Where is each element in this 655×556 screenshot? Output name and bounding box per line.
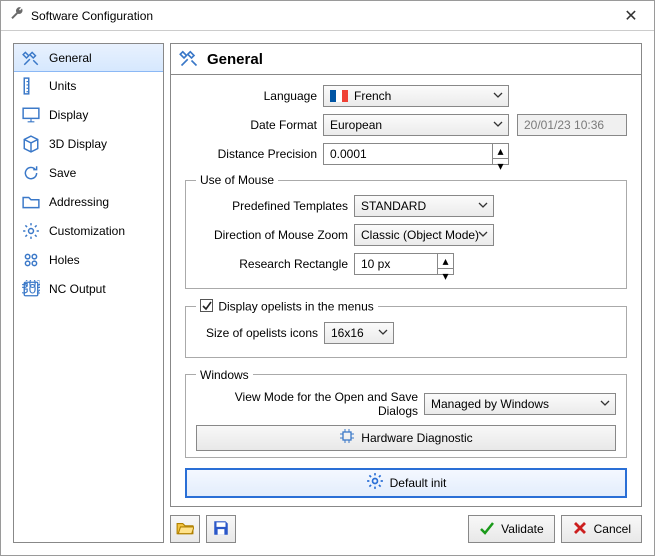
sidebar-item-label: Save bbox=[49, 166, 76, 180]
spinner-icon[interactable]: ▴▾ bbox=[437, 254, 453, 274]
wrench-icon bbox=[9, 6, 25, 25]
viewmode-select[interactable]: Managed by Windows bbox=[424, 393, 616, 415]
sidebar-item-general[interactable]: General bbox=[13, 43, 164, 72]
mouse-group: Use of Mouse Predefined Templates STANDA… bbox=[185, 173, 627, 289]
zoom-value: Classic (Object Mode) bbox=[361, 228, 479, 242]
sidebar-item-label: Display bbox=[49, 108, 88, 122]
rect-input[interactable]: 10 px ▴▾ bbox=[354, 253, 454, 275]
panel-title: General bbox=[207, 51, 263, 68]
check-icon bbox=[479, 520, 495, 539]
chevron-down-icon bbox=[378, 326, 388, 340]
templates-value: STANDARD bbox=[361, 199, 426, 213]
flag-france-icon bbox=[330, 90, 348, 102]
sidebar-item-save[interactable]: Save bbox=[14, 158, 163, 187]
panel-header: General bbox=[170, 43, 642, 75]
dateformat-value: European bbox=[330, 118, 382, 132]
hw-diag-label: Hardware Diagnostic bbox=[361, 431, 472, 445]
zoom-label: Direction of Mouse Zoom bbox=[196, 228, 354, 242]
dateformat-label: Date Format bbox=[185, 118, 323, 132]
tools-icon bbox=[22, 49, 40, 67]
default-init-button[interactable]: Default init bbox=[185, 468, 627, 498]
dateformat-select[interactable]: European bbox=[323, 114, 509, 136]
content: General Units Display 3D Display Save bbox=[1, 31, 654, 555]
open-button[interactable] bbox=[170, 515, 200, 543]
validate-label: Validate bbox=[501, 522, 543, 536]
precision-label: Distance Precision bbox=[185, 147, 323, 161]
opelists-checkbox[interactable] bbox=[200, 299, 213, 312]
sidebar-item-nc-output[interactable]: G01G02 NC Output bbox=[14, 274, 163, 303]
chevron-down-icon bbox=[478, 228, 488, 242]
dateformat-sample: 20/01/23 10:36 bbox=[517, 114, 627, 136]
sidebar-item-units[interactable]: Units bbox=[14, 71, 163, 100]
sidebar: General Units Display 3D Display Save bbox=[13, 43, 164, 543]
sidebar-item-label: General bbox=[49, 51, 92, 65]
gear-icon bbox=[366, 472, 384, 493]
panel-body: Language French Date Format European bbox=[170, 75, 642, 507]
config-window: Software Configuration ✕ General Units D… bbox=[0, 0, 655, 556]
windows-legend: Windows bbox=[196, 368, 253, 382]
gear-icon bbox=[22, 222, 40, 240]
cube-icon bbox=[22, 135, 40, 153]
ruler-icon bbox=[22, 77, 40, 95]
sidebar-item-label: NC Output bbox=[49, 282, 106, 296]
sidebar-item-label: Holes bbox=[49, 253, 80, 267]
window-title: Software Configuration bbox=[31, 9, 616, 23]
sidebar-item-label: Customization bbox=[49, 224, 125, 238]
gcode-icon: G01G02 bbox=[22, 280, 40, 298]
windows-group: Windows View Mode for the Open and Save … bbox=[185, 368, 627, 458]
close-icon[interactable]: ✕ bbox=[616, 6, 646, 26]
rect-label: Research Rectangle bbox=[196, 257, 354, 271]
spinner-icon[interactable]: ▴▾ bbox=[492, 144, 508, 164]
language-label: Language bbox=[185, 89, 323, 103]
templates-label: Predefined Templates bbox=[196, 199, 354, 213]
precision-value: 0.0001 bbox=[330, 147, 367, 161]
floppy-icon bbox=[212, 519, 230, 540]
sidebar-item-label: Units bbox=[49, 79, 76, 93]
validate-button[interactable]: Validate bbox=[468, 515, 554, 543]
chevron-down-icon bbox=[600, 397, 610, 411]
default-init-label: Default init bbox=[390, 476, 447, 490]
viewmode-label: View Mode for the Open and Save Dialogs bbox=[196, 390, 424, 418]
opelists-legend: Display opelists in the menus bbox=[196, 299, 378, 314]
sidebar-item-label: 3D Display bbox=[49, 137, 107, 151]
chevron-down-icon bbox=[478, 199, 488, 213]
chevron-down-icon bbox=[493, 118, 503, 132]
viewmode-value: Managed by Windows bbox=[431, 397, 549, 411]
mouse-legend: Use of Mouse bbox=[196, 173, 278, 187]
save-button[interactable] bbox=[206, 515, 236, 543]
opelists-check-label: Display opelists in the menus bbox=[218, 300, 373, 314]
language-value: French bbox=[354, 89, 391, 103]
chip-icon bbox=[339, 428, 355, 447]
precision-input[interactable]: 0.0001 ▴▾ bbox=[323, 143, 509, 165]
opelist-size-label: Size of opelists icons bbox=[196, 326, 324, 340]
sidebar-item-3d-display[interactable]: 3D Display bbox=[14, 129, 163, 158]
sidebar-item-label: Addressing bbox=[49, 195, 109, 209]
cross-icon bbox=[572, 520, 588, 539]
rect-value: 10 px bbox=[361, 257, 390, 271]
titlebar: Software Configuration ✕ bbox=[1, 1, 654, 31]
refresh-icon bbox=[22, 164, 40, 182]
tools-icon bbox=[179, 48, 199, 71]
svg-text:G02: G02 bbox=[22, 281, 40, 296]
opelist-size-select[interactable]: 16x16 bbox=[324, 322, 394, 344]
sidebar-item-addressing[interactable]: Addressing bbox=[14, 187, 163, 216]
language-select[interactable]: French bbox=[323, 85, 509, 107]
zoom-select[interactable]: Classic (Object Mode) bbox=[354, 224, 494, 246]
sidebar-item-customization[interactable]: Customization bbox=[14, 216, 163, 245]
hardware-diagnostic-button[interactable]: Hardware Diagnostic bbox=[196, 425, 616, 451]
cancel-label: Cancel bbox=[594, 522, 631, 536]
folder-open-icon bbox=[176, 519, 194, 540]
sidebar-item-holes[interactable]: Holes bbox=[14, 245, 163, 274]
folder-icon bbox=[22, 193, 40, 211]
opelists-group: Display opelists in the menus Size of op… bbox=[185, 299, 627, 358]
sidebar-item-display[interactable]: Display bbox=[14, 100, 163, 129]
footer: Validate Cancel bbox=[170, 515, 642, 543]
monitor-icon bbox=[22, 106, 40, 124]
holes-icon bbox=[22, 251, 40, 269]
templates-select[interactable]: STANDARD bbox=[354, 195, 494, 217]
cancel-button[interactable]: Cancel bbox=[561, 515, 642, 543]
chevron-down-icon bbox=[493, 89, 503, 103]
opelist-size-value: 16x16 bbox=[331, 326, 364, 340]
